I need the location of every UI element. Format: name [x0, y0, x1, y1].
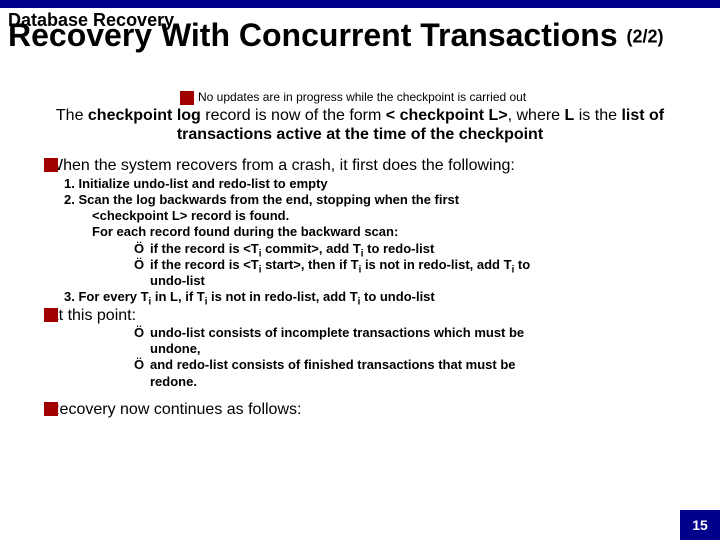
at-point-list: Öundo-list consists of incomplete transa… [8, 325, 712, 390]
step-3: 3. For every Ti in L, if Ti is not in re… [64, 289, 712, 305]
txt: commit>, add T [261, 241, 360, 256]
step-1: 1. Initialize undo-list and redo-list to… [64, 176, 712, 192]
txt: is not in redo-list, add T [207, 289, 357, 304]
txt: and redo-list consists of finished trans… [150, 357, 516, 372]
bullet-icon [180, 91, 194, 105]
content-body: The checkpoint log record is now of the … [8, 106, 712, 419]
txt: At this point: [48, 306, 136, 325]
step-2-commit: Öif the record is <Ti commit>, add Ti to… [64, 241, 712, 257]
txt: if the record is <T [150, 257, 259, 272]
step-2-line2: <checkpoint L> record is found. [64, 208, 712, 224]
undo-list-desc: Öundo-list consists of incomplete transa… [64, 325, 712, 341]
txt: checkpoint log [88, 107, 201, 124]
slide-title: Recovery With Concurrent Transactions (2… [8, 18, 664, 53]
arrow-icon: Ö [134, 257, 150, 273]
bullet-icon [44, 158, 58, 172]
arrow-icon: Ö [134, 241, 150, 257]
txt: active at the time of the checkpoint [272, 126, 543, 143]
txt: in L, if T [151, 289, 204, 304]
arrow-icon: Ö [134, 325, 150, 341]
txt: is not in redo-list, add T [361, 257, 511, 272]
paragraph-crash-recover: When the system recovers from a crash, i… [8, 156, 712, 175]
txt: L [565, 107, 575, 124]
step-2-line1: 2. Scan the log backwards from the end, … [64, 192, 712, 208]
bullet-icon [44, 402, 58, 416]
steps-list: 1. Initialize undo-list and redo-list to… [8, 176, 712, 306]
step-2-line3: For each record found during the backwar… [64, 224, 712, 240]
note-text: No updates are in progress while the che… [198, 90, 526, 104]
txt: The [56, 107, 88, 124]
txt: When the system recovers from a crash, i… [48, 156, 515, 175]
txt: to [514, 257, 530, 272]
txt: start>, then if T [261, 257, 358, 272]
txt: record is now of the form [201, 107, 386, 124]
title-main: Recovery With Concurrent Transactions [8, 17, 618, 53]
page-number: 15 [680, 510, 720, 540]
txt: to redo-list [364, 241, 435, 256]
txt: , where [508, 107, 565, 124]
paragraph-at-this-point: At this point: [8, 306, 712, 325]
bullet-icon [44, 308, 58, 322]
undo-list-desc-cont: undone, [64, 341, 712, 357]
arrow-icon: Ö [134, 357, 150, 373]
paragraph-continues: Recovery now continues as follows: [8, 400, 712, 419]
txt: 3. For every T [64, 289, 149, 304]
txt: is the [574, 107, 621, 124]
redo-list-desc-cont: redone. [64, 374, 712, 390]
redo-list-desc: Öand redo-list consists of finished tran… [64, 357, 712, 373]
checkpoint-note: No updates are in progress while the che… [180, 90, 526, 105]
step-2-start: Öif the record is <Ti start>, then if Ti… [64, 257, 712, 273]
txt: undo-list consists of incomplete transac… [150, 325, 524, 340]
txt: to undo-list [360, 289, 434, 304]
step-2-start-cont: undo-list [64, 273, 712, 289]
txt: < checkpoint L> [386, 107, 508, 124]
title-suffix: (2/2) [627, 27, 664, 47]
txt: Recovery now continues as follows: [48, 400, 301, 419]
txt: if the record is <T [150, 241, 259, 256]
paragraph-checkpoint: The checkpoint log record is now of the … [8, 106, 712, 152]
